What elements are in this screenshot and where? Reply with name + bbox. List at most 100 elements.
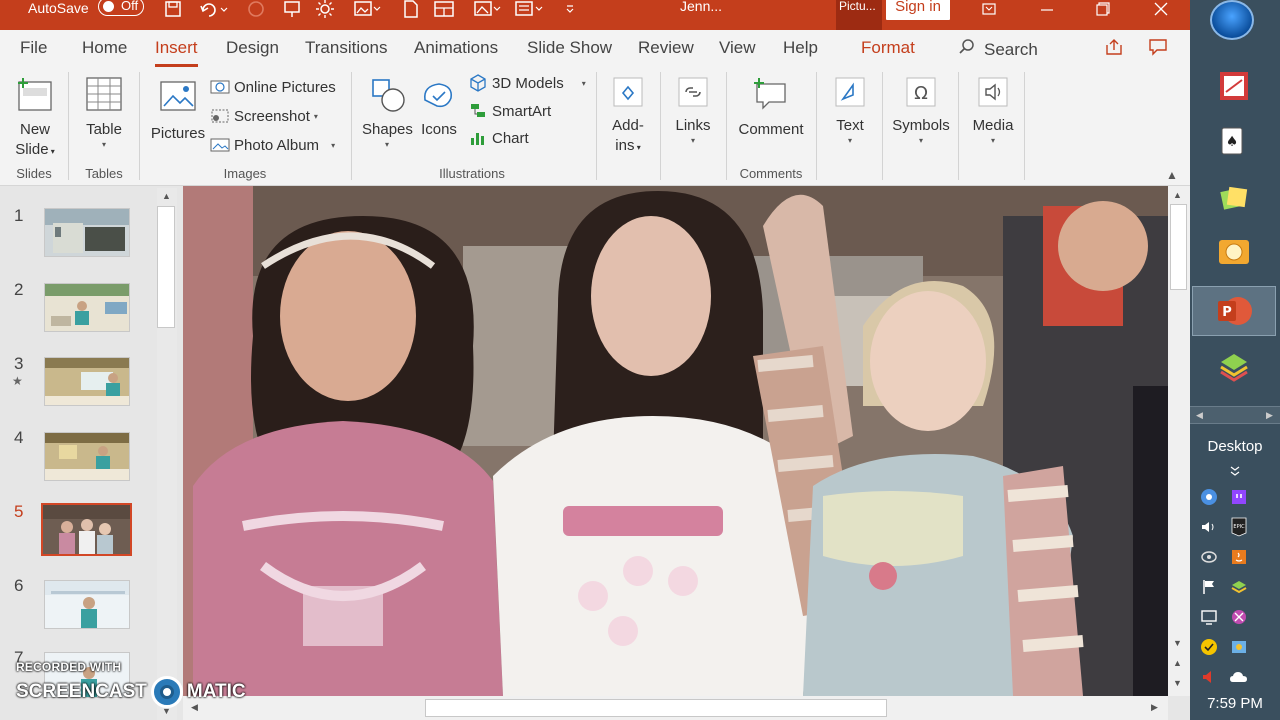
bluestacks-app-icon[interactable] <box>1214 346 1254 386</box>
text-button[interactable]: Text ▾ <box>828 72 872 146</box>
slide-thumbnail-5[interactable] <box>41 503 132 556</box>
slide-thumbnail-4[interactable] <box>44 432 130 481</box>
tab-format[interactable]: Format <box>861 38 915 58</box>
tab-transitions[interactable]: Transitions <box>305 38 388 58</box>
minimize-icon[interactable] <box>1024 0 1070 22</box>
onedrive-tray-icon[interactable] <box>1228 666 1250 688</box>
arrange-icon[interactable] <box>512 0 546 20</box>
tab-insert[interactable]: Insert <box>155 38 198 67</box>
canvas-vertical-scrollbar[interactable]: ▲ ▼ ▲ ▼ <box>1168 186 1190 696</box>
layout-icon[interactable] <box>430 0 458 20</box>
chevron-down-icon[interactable] <box>1224 460 1246 482</box>
scroll-up-icon[interactable]: ▲ <box>1173 190 1182 200</box>
twitch-tray-icon[interactable] <box>1228 486 1250 508</box>
slide-thumbnail-1[interactable] <box>44 208 130 257</box>
share-icon[interactable] <box>1100 36 1128 58</box>
add-ins-button[interactable]: Add- ins ▾ <box>606 72 650 158</box>
photo-album-button[interactable]: Photo Album ▾ <box>210 134 335 156</box>
smartart-button[interactable]: SmartArt <box>468 100 551 122</box>
speaker-muted-tray-icon[interactable] <box>1198 666 1220 688</box>
bluestacks-tray-icon[interactable] <box>1228 576 1250 598</box>
autosave-toggle[interactable]: Off <box>98 0 144 16</box>
shapes-icon <box>362 72 412 116</box>
restore-icon[interactable] <box>1080 0 1126 22</box>
flag-tray-icon[interactable] <box>1198 576 1220 598</box>
screenshot-button[interactable]: Screenshot ▾ <box>210 105 318 127</box>
canvas-hscroll-thumb[interactable] <box>425 699 887 717</box>
powerpoint-app-icon[interactable]: P <box>1192 286 1276 336</box>
tab-home[interactable]: Home <box>82 38 127 58</box>
tab-file[interactable]: File <box>20 38 47 58</box>
separator <box>726 72 727 180</box>
present-icon[interactable] <box>280 0 304 20</box>
slide-thumbnail-2[interactable] <box>44 283 130 332</box>
previous-slide-icon[interactable]: ▲ <box>1173 658 1182 668</box>
slide-panel-scrollbar[interactable]: ▲ ▼ <box>157 188 177 720</box>
start-button[interactable] <box>1210 0 1254 40</box>
epic-games-tray-icon[interactable]: EPIC <box>1228 516 1250 538</box>
slide-thumbnail-6[interactable] <box>44 580 130 629</box>
slide-canvas[interactable] <box>183 186 1168 696</box>
icons-button[interactable]: Icons <box>418 72 460 140</box>
scroll-down-icon[interactable]: ▼ <box>1173 638 1182 648</box>
scroll-right-icon[interactable]: ▶ <box>1151 702 1158 713</box>
chrome-tray-icon[interactable] <box>1198 486 1220 508</box>
scroll-right-icon[interactable]: ▶ <box>1266 410 1273 421</box>
new-slide-button[interactable]: New Slide ▾ <box>12 72 58 162</box>
comment-button[interactable]: Comment <box>736 72 806 140</box>
scroll-up-icon[interactable]: ▲ <box>162 191 171 201</box>
tools-tray-icon[interactable] <box>1228 606 1250 628</box>
java-tray-icon[interactable] <box>1228 546 1250 568</box>
sticky-notes-app-icon[interactable] <box>1214 178 1254 218</box>
links-button[interactable]: Links ▾ <box>670 72 716 146</box>
new-file-icon[interactable] <box>400 0 422 20</box>
sign-in-button[interactable]: Sign in <box>886 0 950 20</box>
table-button[interactable]: Table ▾ <box>82 72 126 150</box>
redo-icon[interactable] <box>244 0 268 20</box>
pictures-button[interactable]: Pictures <box>150 72 206 144</box>
collapse-ribbon-icon[interactable]: ▲ <box>1166 168 1178 182</box>
customize-qat-icon[interactable] <box>562 0 578 20</box>
tab-help[interactable]: Help <box>783 38 818 58</box>
brightness-icon[interactable] <box>312 0 338 20</box>
toggle-knob <box>103 1 114 12</box>
media-button[interactable]: Media ▾ <box>968 72 1018 146</box>
solitaire-app-icon[interactable]: ♠ <box>1214 122 1254 162</box>
canvas-vscroll-thumb[interactable] <box>1170 204 1187 290</box>
search-box[interactable]: Search <box>958 38 1038 61</box>
desktop-toolbar-label[interactable]: Desktop <box>1190 438 1280 455</box>
next-slide-icon[interactable]: ▼ <box>1173 678 1182 688</box>
shapes-button[interactable]: Shapes ▾ <box>362 72 413 150</box>
norton-tray-icon[interactable] <box>1198 636 1220 658</box>
tab-view[interactable]: View <box>719 38 756 58</box>
pdf-app-icon[interactable] <box>1214 66 1254 106</box>
tab-animations[interactable]: Animations <box>414 38 498 58</box>
online-pictures-button[interactable]: Online Pictures <box>210 76 336 98</box>
shield-tray-icon[interactable] <box>1228 636 1250 658</box>
network-tray-icon[interactable] <box>1198 546 1220 568</box>
slide-thumbnail-3[interactable] <box>44 357 130 406</box>
symbols-button[interactable]: Ω Symbols ▾ <box>892 72 950 146</box>
photo-app-icon[interactable] <box>1214 232 1254 272</box>
3d-models-button[interactable]: 3D Models ▾ <box>468 72 586 94</box>
comments-icon[interactable] <box>1144 36 1172 58</box>
tab-slide-show[interactable]: Slide Show <box>527 38 612 58</box>
separator <box>882 72 883 180</box>
tab-review[interactable]: Review <box>638 38 694 58</box>
ribbon-display-icon[interactable] <box>966 0 1012 22</box>
canvas-horizontal-scrollbar[interactable]: ◀ ▶ <box>183 696 1168 720</box>
slide-panel-scroll-thumb[interactable] <box>157 206 175 328</box>
display-tray-icon[interactable] <box>1198 606 1220 628</box>
tab-design[interactable]: Design <box>226 38 279 58</box>
scroll-left-icon[interactable]: ◀ <box>1196 410 1203 421</box>
picture-icon[interactable] <box>352 0 382 20</box>
image-insert-icon[interactable] <box>472 0 502 20</box>
system-clock[interactable]: 7:59 PM <box>1190 695 1280 712</box>
undo-icon[interactable] <box>196 0 232 20</box>
close-icon[interactable] <box>1138 0 1184 22</box>
volume-tray-icon[interactable] <box>1198 516 1220 538</box>
slide-photo[interactable] <box>183 186 1168 696</box>
save-icon[interactable] <box>160 0 186 20</box>
chart-button[interactable]: Chart <box>468 127 529 149</box>
taskbar-scrollbar[interactable]: ◀ ▶ <box>1190 406 1280 424</box>
